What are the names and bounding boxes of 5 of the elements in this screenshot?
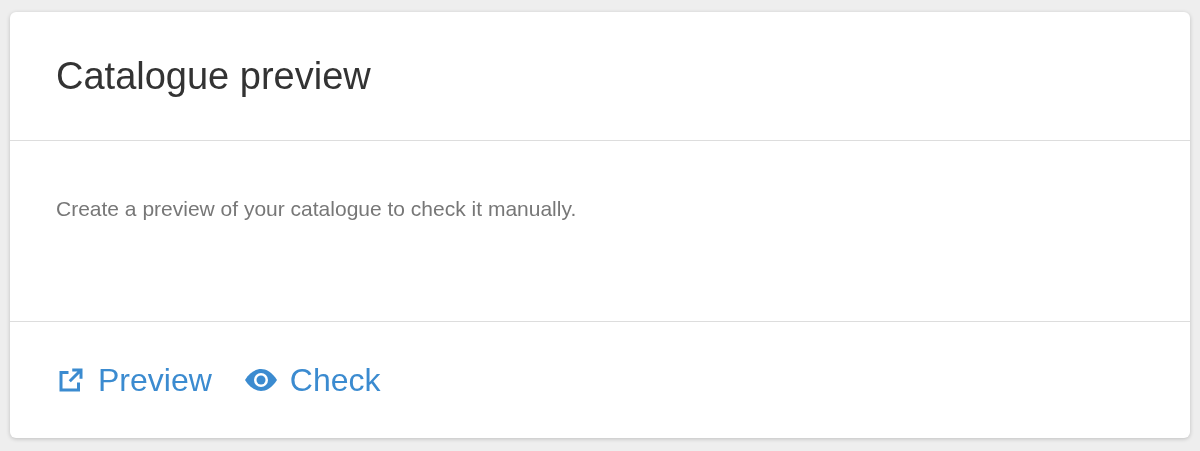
card-description: Create a preview of your catalogue to check it manually. bbox=[56, 196, 578, 222]
action-link[interactable]: Preview bbox=[56, 356, 212, 404]
eye-icon bbox=[243, 368, 278, 392]
card-title: Catalogue preview bbox=[56, 53, 371, 99]
action-link[interactable]: Check bbox=[243, 356, 381, 404]
